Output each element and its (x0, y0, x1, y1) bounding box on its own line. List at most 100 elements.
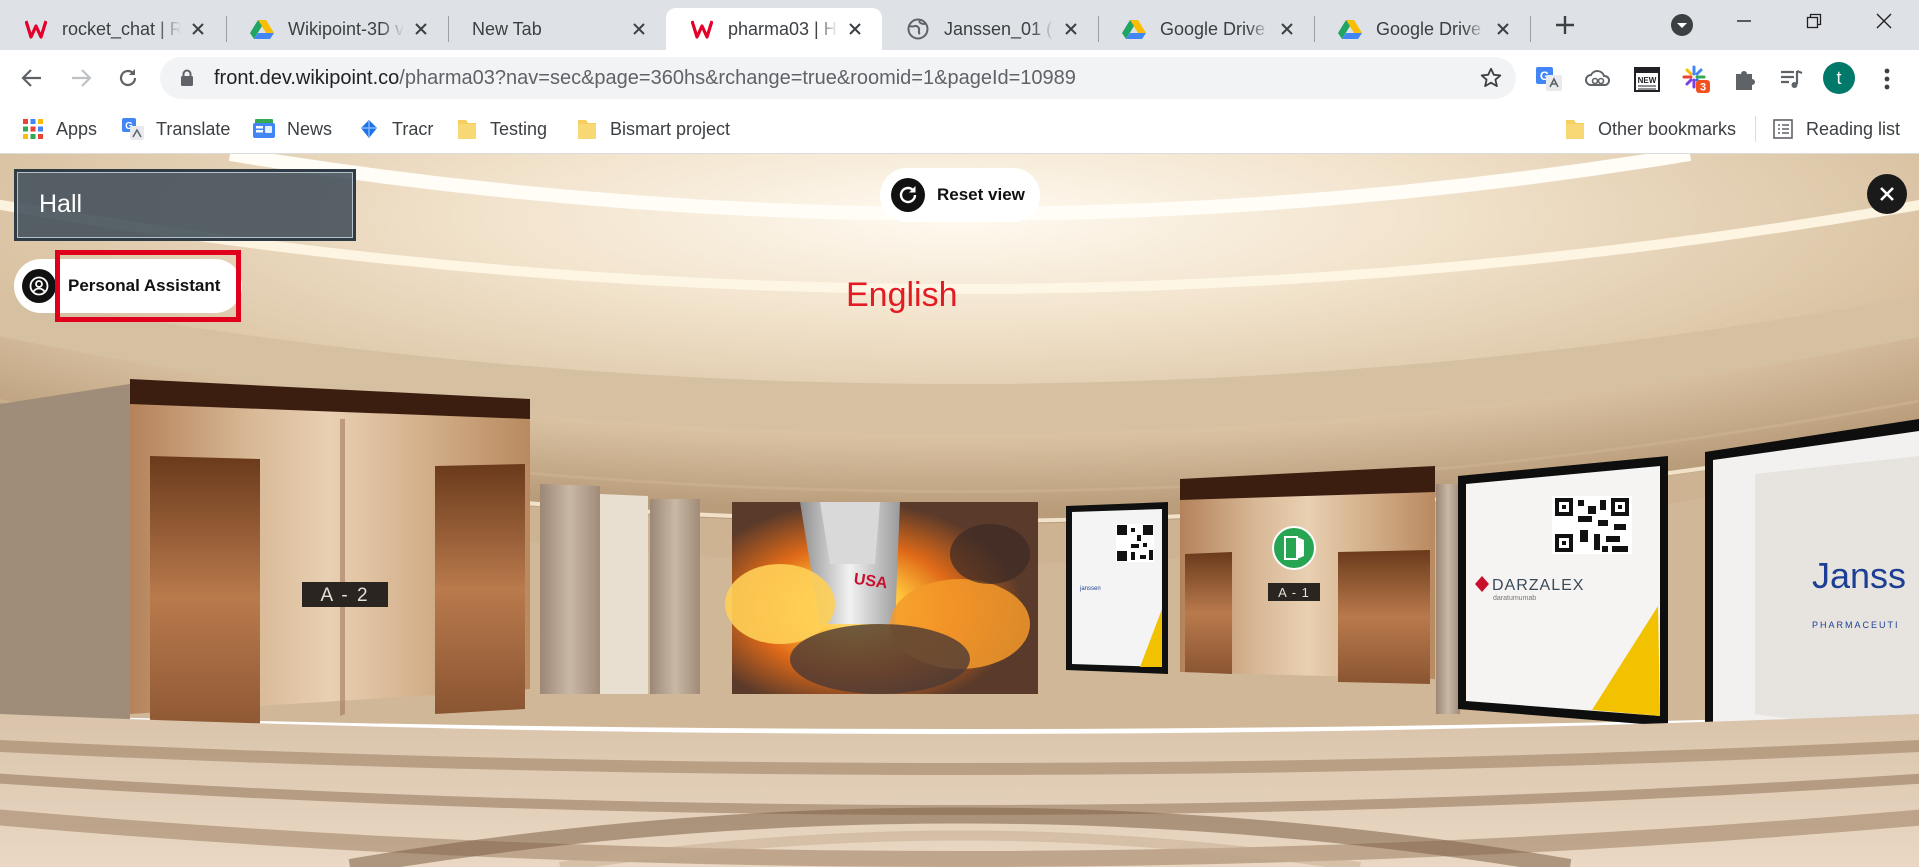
minimize-button[interactable] (1709, 0, 1779, 42)
forward-button[interactable] (63, 60, 99, 96)
language-label: English (846, 276, 958, 314)
tab-new-tab[interactable]: New Tab (448, 8, 666, 50)
close-tab-icon[interactable] (187, 18, 209, 40)
room-name-label: Hall (39, 190, 83, 218)
google-drive-icon (1338, 17, 1362, 41)
restore-button[interactable] (1779, 0, 1849, 42)
folder-icon (456, 118, 478, 140)
tab-title: New Tab (472, 18, 542, 39)
close-icon (1880, 187, 1894, 201)
window-controls (1709, 0, 1919, 42)
tab-google-drive-2[interactable]: Google Drive - Wikipoint (1314, 8, 1530, 50)
address-bar[interactable]: front.dev.wikipoint.co/pharma03?nav=sec&… (160, 57, 1516, 99)
folder-icon (576, 118, 598, 140)
url-path: /pharma03?nav=sec&page=360hs&rchange=tru… (399, 66, 1076, 89)
url-text: front.dev.wikipoint.co/pharma03?nav=sec&… (214, 67, 1076, 90)
bookmark-apps[interactable]: Apps (22, 115, 97, 143)
door-label-a1-text: A - 1 (1278, 585, 1310, 600)
bookmark-label: Testing (490, 118, 548, 139)
tab-title: Janssen_01 (1).jpg (944, 18, 1054, 39)
tab-rocket-chat[interactable]: rocket_chat | Rocket.Chat (0, 8, 225, 50)
darzalex-poster-sub: daratumumab (1493, 595, 1536, 602)
close-tab-icon[interactable] (1060, 18, 1082, 40)
tab-title: Wikipoint-3D virtual (288, 18, 404, 39)
bookmark-label: Translate (156, 118, 231, 139)
url-domain: front.dev.wikipoint.co (214, 66, 400, 89)
tab-janssen-image[interactable]: Janssen_01 (1).jpg (882, 8, 1098, 50)
wikipoint-icon (24, 17, 48, 41)
bookmark-tracr[interactable]: Tracr (358, 115, 433, 143)
bookmark-label: Bismart project (610, 118, 731, 139)
tab-google-drive-1[interactable]: Google Drive - Wikipoint (1098, 8, 1314, 50)
tab-title: rocket_chat | Rocket.Chat (62, 18, 181, 39)
virtual-hall-viewport[interactable]: USA janssen A - 2 A - 1 DARZALEX daratum… (0, 154, 1919, 867)
close-tab-icon[interactable] (628, 18, 650, 40)
media-queue-icon[interactable] (1776, 64, 1806, 94)
new-calendar-extension-icon[interactable]: NEW (1632, 64, 1662, 94)
reading-list-icon (1772, 118, 1794, 140)
bookmark-label: Tracr (392, 118, 434, 139)
tab-title: Google Drive - Wikipoint (1376, 18, 1486, 39)
new-tab-button[interactable] (1548, 8, 1582, 42)
tracr-icon (358, 118, 380, 140)
bookmark-testing[interactable]: Testing (456, 115, 547, 143)
close-window-button[interactable] (1849, 0, 1919, 42)
highlight-box (55, 250, 241, 322)
close-viewer-button[interactable] (1867, 174, 1907, 214)
bookmark-news[interactable]: News (253, 115, 332, 143)
google-translate-extension-icon[interactable]: G (1534, 64, 1564, 94)
tab-pharma03-hall[interactable]: pharma03 | Hall (666, 8, 882, 50)
small-poster[interactable]: janssen (1066, 502, 1168, 674)
reset-view-button[interactable]: Reset view (880, 168, 1040, 222)
new-badge-text: NEW (1638, 76, 1657, 85)
door-label-a2-text: A - 2 (320, 585, 369, 606)
other-bookmarks[interactable]: Other bookmarks (1564, 115, 1736, 143)
door-label-a1: A - 1 (1268, 583, 1320, 601)
close-tab-icon[interactable] (1492, 18, 1514, 40)
bookmark-star-icon[interactable] (1480, 67, 1502, 89)
browser-toolbar: front.dev.wikipoint.co/pharma03?nav=sec&… (0, 50, 1919, 106)
janssen-poster-brand: Janss (1812, 555, 1906, 596)
cloud-sync-extension-icon[interactable] (1583, 64, 1613, 94)
qr-code-large (1552, 496, 1632, 554)
qr-code-small (1116, 524, 1154, 562)
reading-list-label: Reading list (1806, 118, 1901, 139)
bookmarks-separator (1755, 116, 1756, 142)
door-hotspot-icon[interactable] (1272, 526, 1316, 570)
chevron-down-icon (1671, 14, 1693, 36)
darzalex-poster[interactable]: DARZALEX daratumumab (1458, 456, 1668, 726)
reload-button[interactable] (110, 60, 146, 96)
video-screen[interactable]: USA (725, 502, 1038, 694)
close-tab-icon[interactable] (844, 18, 866, 40)
google-translate-icon: G (122, 118, 144, 140)
bookmark-bismart-project[interactable]: Bismart project (576, 115, 730, 143)
darzalex-poster-brand: DARZALEX (1492, 577, 1584, 594)
starburst-extension-icon[interactable]: 3 (1681, 64, 1711, 94)
back-button[interactable] (14, 60, 50, 96)
tab-strip: rocket_chat | Rocket.Chat Wikipoint-3D v… (0, 0, 1919, 50)
reset-view-label: Reset view (937, 185, 1025, 204)
profile-avatar[interactable]: t (1823, 62, 1855, 94)
tab-wikipoint-3d[interactable]: Wikipoint-3D virtual (226, 8, 448, 50)
hall-scene[interactable]: USA janssen A - 2 A - 1 DARZALEX daratum… (0, 154, 1919, 867)
reading-list[interactable]: Reading list (1772, 115, 1900, 143)
plus-icon (1556, 16, 1574, 34)
puzzle-extensions-icon[interactable] (1729, 64, 1759, 94)
door-label-a2: A - 2 (302, 582, 388, 607)
google-news-icon (253, 118, 275, 140)
folder-icon (1564, 118, 1586, 140)
other-bookmarks-label: Other bookmarks (1598, 118, 1737, 139)
reload-icon (119, 69, 137, 87)
room-name-box: Hall (14, 169, 356, 241)
arrow-right-icon (72, 69, 92, 87)
bookmark-translate[interactable]: G Translate (122, 115, 230, 143)
tab-separator (1530, 16, 1531, 42)
bookmark-label: News (287, 118, 333, 139)
globe-icon (906, 17, 930, 41)
close-tab-icon[interactable] (410, 18, 432, 40)
kebab-menu-icon[interactable] (1872, 64, 1902, 94)
close-tab-icon[interactable] (1276, 18, 1298, 40)
tab-search-button[interactable] (1668, 11, 1696, 39)
lock-icon (180, 68, 200, 88)
close-icon (1876, 13, 1892, 29)
